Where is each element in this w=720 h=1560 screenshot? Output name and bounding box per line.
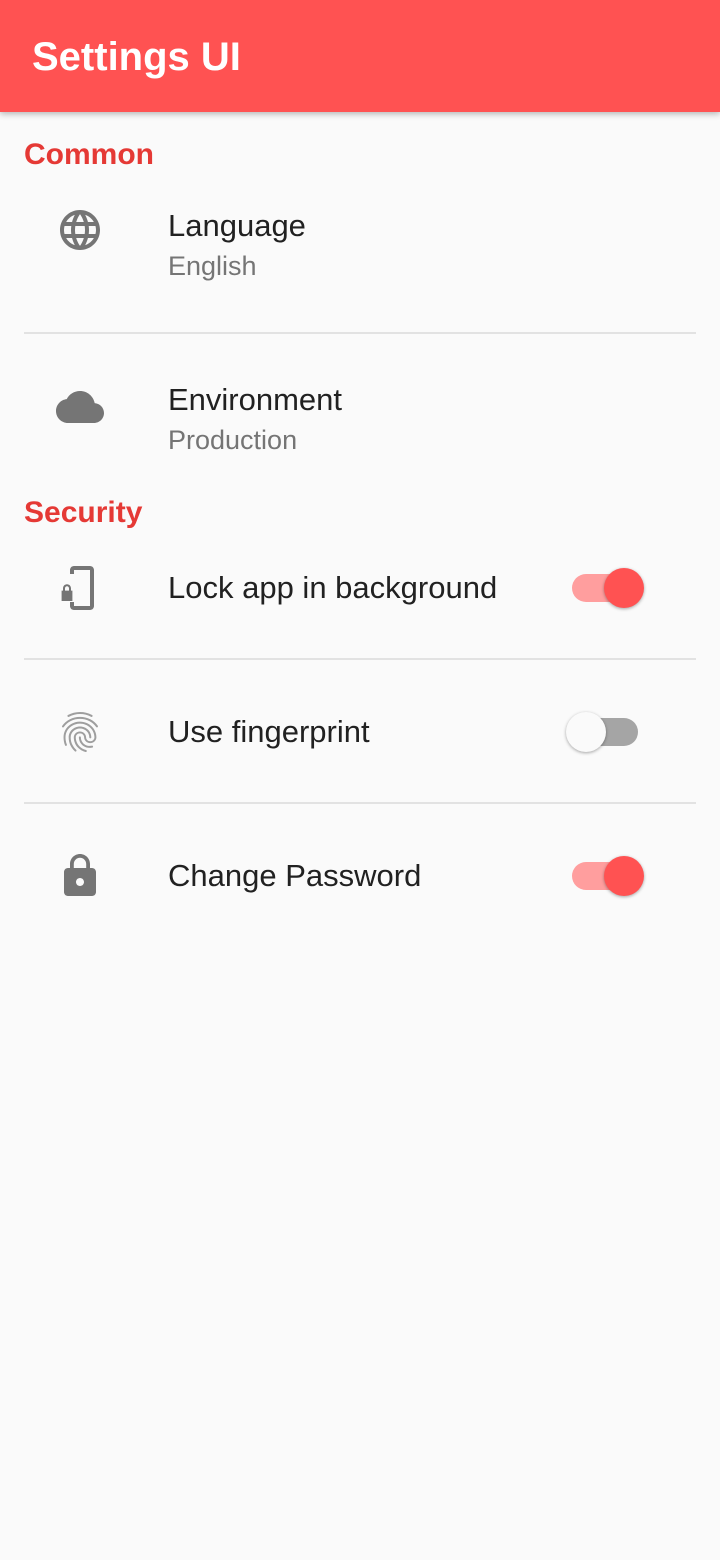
tile-title: Lock app in background <box>168 570 498 605</box>
switch-thumb <box>604 856 644 896</box>
section-title-common: Common <box>24 138 154 171</box>
settings-tile-language[interactable]: Language English <box>0 184 720 332</box>
section-title-security: Security <box>24 496 143 529</box>
settings-tile-fingerprint[interactable]: Use fingerprint <box>0 660 720 802</box>
switch-thumb <box>604 568 644 608</box>
lock-app-switch[interactable] <box>566 564 646 612</box>
fingerprint-switch[interactable] <box>566 708 646 756</box>
phone-lock-icon <box>56 564 104 612</box>
lock-icon <box>56 852 104 900</box>
tile-title: Use fingerprint <box>168 714 370 749</box>
fingerprint-icon <box>56 708 104 756</box>
change-password-switch[interactable] <box>566 852 646 900</box>
globe-icon <box>56 206 104 254</box>
tile-title: Environment <box>168 382 343 417</box>
settings-list: Common Language English Environment Prod… <box>0 112 720 1560</box>
cloud-icon <box>56 383 104 431</box>
settings-tile-change-password[interactable]: Change Password <box>0 804 720 948</box>
app-title: Settings UI <box>32 35 241 79</box>
tile-title: Change Password <box>168 858 422 893</box>
tile-title: Language <box>168 208 306 243</box>
settings-tile-environment[interactable]: Environment Production <box>0 334 720 484</box>
switch-thumb <box>566 712 606 752</box>
app-bar: Settings UI <box>0 0 720 112</box>
tile-subtitle: English <box>168 251 257 281</box>
tile-subtitle: Production <box>168 425 298 455</box>
settings-tile-lock-app[interactable]: Lock app in background <box>0 542 720 658</box>
